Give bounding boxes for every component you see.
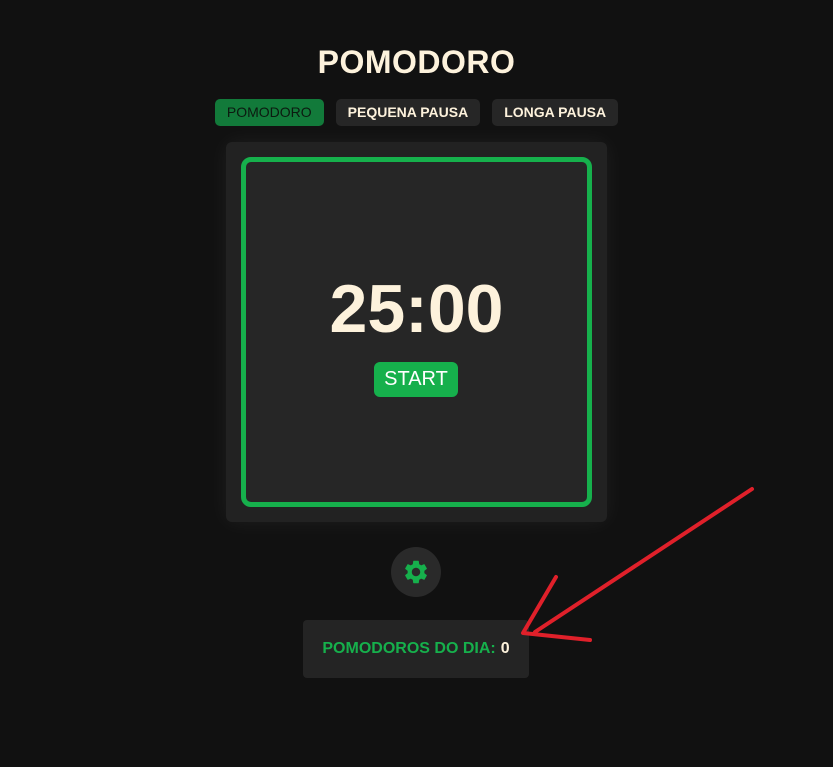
timer-frame: 25:00 START	[241, 157, 592, 507]
tab-pequena-pausa[interactable]: PEQUENA PAUSA	[335, 99, 481, 126]
page-title: POMODORO	[317, 44, 516, 80]
settings-button[interactable]	[391, 547, 441, 597]
timer-display: 25:00	[329, 271, 504, 347]
counter-value: 0	[500, 640, 510, 657]
start-button[interactable]: START	[374, 362, 458, 397]
daily-pomodoro-counter: POMODOROS DO DIA: 0	[303, 620, 529, 678]
mode-tabs: POMODORO PEQUENA PAUSA LONGA PAUSA	[0, 99, 833, 126]
tab-longa-pausa[interactable]: LONGA PAUSA	[492, 99, 619, 126]
counter-label: POMODOROS DO DIA:	[322, 640, 496, 657]
gear-icon	[405, 560, 427, 584]
timer-card: 25:00 START	[226, 142, 607, 522]
tab-pomodoro[interactable]: POMODORO	[214, 99, 324, 126]
pomodoro-page: POMODORO POMODORO PEQUENA PAUSA LONGA PA…	[0, 0, 833, 767]
